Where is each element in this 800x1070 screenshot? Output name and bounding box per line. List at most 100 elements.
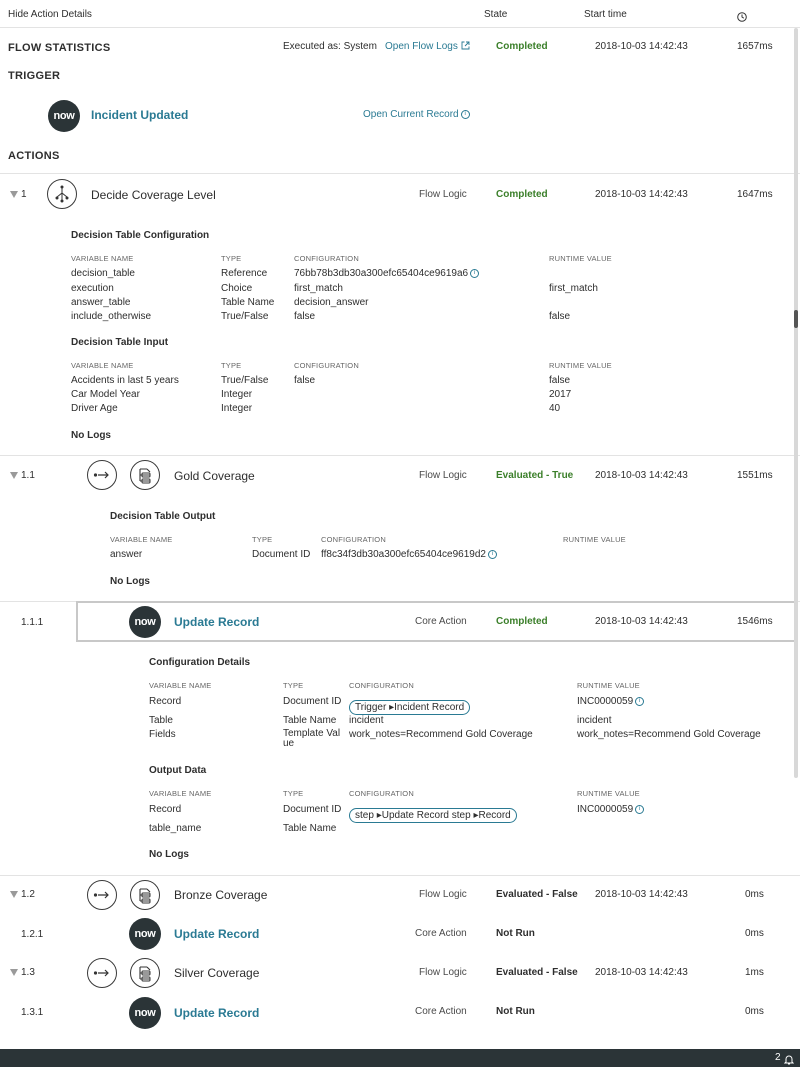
decision-table-configuration-title: Decision Table Configuration xyxy=(71,230,210,241)
collapse-chevron-icon[interactable] xyxy=(10,891,18,898)
var-runtime: 40 xyxy=(549,403,561,414)
var-name: Table xyxy=(149,715,173,726)
action-type: Core Action xyxy=(415,616,467,627)
var-name: Fields xyxy=(149,729,176,740)
bell-icon[interactable] xyxy=(783,1052,795,1065)
action-type: Flow Logic xyxy=(419,967,467,978)
step-arrow-icon xyxy=(87,958,117,988)
var-name: answer_table xyxy=(71,297,131,308)
collapse-chevron-icon[interactable] xyxy=(10,472,18,479)
action-number: 1.2.1 xyxy=(21,929,44,940)
var-name: answer xyxy=(110,549,143,560)
now-logo-icon: now xyxy=(129,997,161,1029)
collapse-chevron-icon[interactable] xyxy=(10,191,18,198)
col-runtime-value: RUNTIME VALUE xyxy=(549,254,612,263)
var-name: Car Model Year xyxy=(71,389,140,400)
document-id-link[interactable]: ff8c34f3db30a300efc65404ce9619d2 i xyxy=(321,549,497,560)
var-config: false xyxy=(294,311,316,322)
action-name[interactable]: Gold Coverage xyxy=(174,469,255,483)
var-type: Document ID xyxy=(283,804,342,815)
data-pill-step-record[interactable]: step ▸Update Record step ▸Record xyxy=(349,805,517,823)
action-state: Completed xyxy=(496,616,548,627)
trigger-title: TRIGGER xyxy=(8,70,61,82)
var-type: Table Name xyxy=(283,823,337,834)
var-config: first_match xyxy=(294,283,343,294)
vertical-scrollbar[interactable] xyxy=(794,28,798,778)
col-variable-name: VARIABLE NAME xyxy=(149,681,212,690)
flow-duration: 1657ms xyxy=(737,41,773,52)
action-number: 1 xyxy=(21,189,27,200)
col-configuration: CONFIGURATION xyxy=(349,681,414,690)
col-type: TYPE xyxy=(283,789,304,798)
action-state: Evaluated - False xyxy=(496,889,578,900)
runtime-record-link[interactable]: INC0000059 i xyxy=(577,696,645,707)
var-type: Table Name xyxy=(221,297,275,308)
info-icon: i xyxy=(635,696,645,706)
notification-count[interactable]: 2 xyxy=(775,1052,781,1063)
var-config: incident xyxy=(349,715,384,726)
col-type: TYPE xyxy=(221,361,242,370)
var-type: Table Name xyxy=(283,715,337,726)
info-icon: i xyxy=(470,268,480,278)
flow-statistics-title: FLOW STATISTICS xyxy=(8,42,111,54)
open-flow-logs-link[interactable]: Open Flow Logs xyxy=(385,41,470,52)
data-pill-trigger-incident[interactable]: Trigger ▸Incident Record xyxy=(349,697,471,715)
action-state: Not Run xyxy=(496,928,535,939)
action-name[interactable]: Decide Coverage Level xyxy=(91,188,216,202)
decision-stack-icon xyxy=(130,460,160,490)
col-configuration: CONFIGURATION xyxy=(294,361,359,370)
var-runtime: work_notes=Recommend Gold Coverage xyxy=(577,729,761,740)
action-duration: 1647ms xyxy=(737,189,773,200)
action-name-link[interactable]: Update Record xyxy=(174,615,259,629)
col-runtime-value: RUNTIME VALUE xyxy=(577,789,640,798)
collapse-chevron-icon[interactable] xyxy=(10,969,18,976)
action-name[interactable]: Bronze Coverage xyxy=(174,888,267,902)
configuration-details-title: Configuration Details xyxy=(149,657,251,668)
external-link-icon xyxy=(461,41,470,52)
action-type: Flow Logic xyxy=(419,889,467,900)
action-type: Flow Logic xyxy=(419,189,467,200)
action-name-link[interactable]: Update Record xyxy=(174,1006,259,1020)
var-runtime: 2017 xyxy=(549,389,572,400)
scrollbar-thumb[interactable] xyxy=(794,310,798,328)
var-type: Template Val ue xyxy=(283,728,341,749)
state-column-header: State xyxy=(484,9,508,20)
var-name: table_name xyxy=(149,823,202,834)
action-duration: 1546ms xyxy=(737,616,773,627)
col-runtime-value: RUNTIME VALUE xyxy=(577,681,640,690)
action-name[interactable]: Silver Coverage xyxy=(174,966,259,980)
actions-title: ACTIONS xyxy=(8,150,60,162)
no-logs-label: No Logs xyxy=(71,430,111,441)
action-type: Flow Logic xyxy=(419,470,467,481)
action-start-time: 2018-10-03 14:42:43 xyxy=(595,470,688,481)
action-name-link[interactable]: Update Record xyxy=(174,927,259,941)
action-duration: 1551ms xyxy=(737,470,773,481)
action-type: Core Action xyxy=(415,1006,467,1017)
var-type: Document ID xyxy=(252,549,311,560)
col-runtime-value: RUNTIME VALUE xyxy=(549,361,612,370)
step-arrow-icon xyxy=(87,460,117,490)
decision-stack-icon xyxy=(130,958,160,988)
col-configuration: CONFIGURATION xyxy=(294,254,359,263)
var-type: Integer xyxy=(221,403,253,414)
info-icon: i xyxy=(460,109,470,119)
var-name: Record xyxy=(149,804,182,815)
hide-action-details-link[interactable]: Hide Action Details xyxy=(8,9,92,20)
var-name: Record xyxy=(149,696,182,707)
var-type: True/False xyxy=(221,311,269,322)
trigger-name-link[interactable]: Incident Updated xyxy=(91,108,188,122)
open-current-record-link[interactable]: Open Current Record i xyxy=(363,109,470,120)
decision-stack-icon xyxy=(130,880,160,910)
now-logo-icon: now xyxy=(129,918,161,950)
action-start-time: 2018-10-03 14:42:43 xyxy=(595,616,688,627)
col-type: TYPE xyxy=(283,681,304,690)
runtime-record-link[interactable]: INC0000059 i xyxy=(577,804,645,815)
col-variable-name: VARIABLE NAME xyxy=(149,789,212,798)
decision-table-link[interactable]: 76bb78b3db30a300efc65404ce9619a6 i xyxy=(294,268,480,279)
now-logo-icon: now xyxy=(129,606,161,638)
var-config: false xyxy=(294,375,316,386)
var-type: Document ID xyxy=(283,696,342,707)
col-configuration: CONFIGURATION xyxy=(321,535,386,544)
var-runtime: false xyxy=(549,311,571,322)
action-number: 1.2 xyxy=(21,889,35,900)
